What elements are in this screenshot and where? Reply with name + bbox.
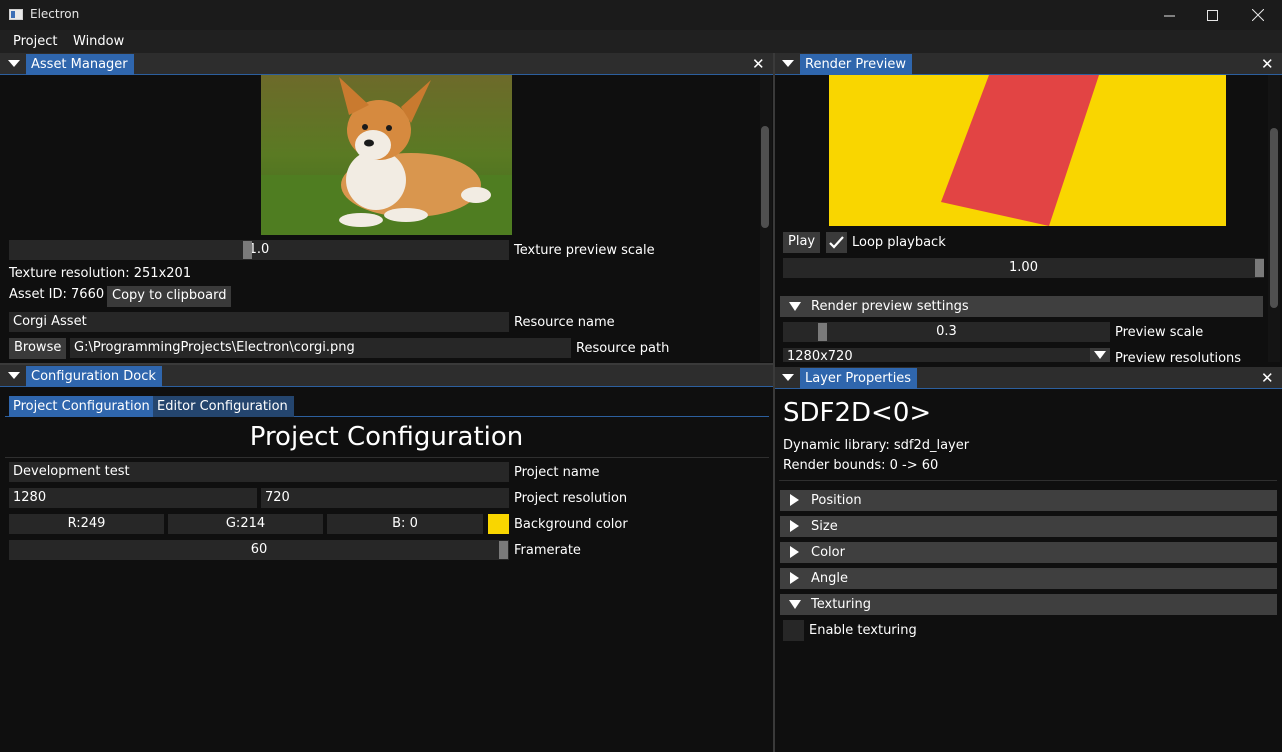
preview-resolution-value: 1280x720 <box>787 349 853 362</box>
checkmark-icon <box>829 236 844 249</box>
slider-grab[interactable] <box>818 323 827 341</box>
texture-scale-label: Texture preview scale <box>514 243 655 258</box>
render-preview-settings-label: Render preview settings <box>811 299 969 314</box>
framerate-label: Framerate <box>514 543 581 558</box>
tab-editor-configuration[interactable]: Editor Configuration <box>153 396 294 417</box>
expand-arrow-icon <box>790 494 799 506</box>
playback-time-value: 1.00 <box>1009 260 1038 275</box>
maximize-icon[interactable] <box>1189 0 1235 30</box>
dynamic-library-text: Dynamic library: sdf2d_layer <box>783 438 970 453</box>
color-b-input[interactable]: B: 0 <box>327 514 483 534</box>
expand-arrow-icon <box>790 520 799 532</box>
framerate-slider[interactable]: 60 <box>9 540 509 560</box>
enable-texturing-label: Enable texturing <box>809 623 917 638</box>
loop-checkbox[interactable] <box>826 232 847 253</box>
loop-playback-label: Loop playback <box>852 235 946 250</box>
section-texturing-label: Texturing <box>811 597 871 612</box>
section-color[interactable] <box>780 542 1277 563</box>
color-r-input[interactable]: R:249 <box>9 514 164 534</box>
slider-grab[interactable] <box>1255 259 1264 277</box>
divider <box>779 480 1277 481</box>
texture-scale-slider[interactable]: 1.0 <box>9 240 509 260</box>
playback-time-slider[interactable]: 1.00 <box>783 258 1264 278</box>
framerate-value: 60 <box>250 542 268 557</box>
minimize-icon[interactable] <box>1146 0 1192 30</box>
tab-menu-arrow-icon[interactable] <box>8 372 20 379</box>
tab-project-configuration[interactable]: Project Configuration <box>9 396 156 417</box>
expand-arrow-icon <box>790 546 799 558</box>
tab-menu-arrow-icon[interactable] <box>782 374 794 381</box>
menu-window[interactable]: Window <box>73 34 124 49</box>
tab-configuration-dock[interactable]: Configuration Dock <box>26 366 162 387</box>
close-icon[interactable]: ✕ <box>752 57 765 72</box>
menu-bar <box>0 30 1282 53</box>
close-icon[interactable]: ✕ <box>1261 371 1274 386</box>
divider <box>5 457 769 458</box>
render-bounds-text: Render bounds: 0 -> 60 <box>783 458 939 473</box>
background-color-label: Background color <box>514 517 628 532</box>
scrollbar-thumb[interactable] <box>761 126 769 228</box>
section-size[interactable] <box>780 516 1277 537</box>
resource-path-input[interactable]: G:\ProgrammingProjects\Electron\corgi.pn… <box>70 338 571 358</box>
close-icon[interactable]: ✕ <box>1261 57 1274 72</box>
section-color-label: Color <box>811 545 845 560</box>
section-size-label: Size <box>811 519 838 534</box>
tab-menu-arrow-icon[interactable] <box>782 60 794 67</box>
slider-grab[interactable] <box>243 241 252 259</box>
resource-path-label: Resource path <box>576 341 670 356</box>
resolution-height-input[interactable]: 720 <box>261 488 509 508</box>
resource-name-input[interactable]: Corgi Asset <box>9 312 509 332</box>
preview-resolutions-label: Preview resolutions <box>1115 351 1242 362</box>
background-color-swatch[interactable] <box>488 514 509 534</box>
close-icon[interactable] <box>1235 0 1281 30</box>
browse-button[interactable]: Browse <box>9 338 67 359</box>
window-titlebar <box>0 0 1282 30</box>
tab-menu-arrow-icon[interactable] <box>8 60 20 67</box>
preview-scale-label: Preview scale <box>1115 325 1204 340</box>
tab-layer-properties[interactable]: Layer Properties <box>800 368 918 389</box>
asset-id: Asset ID: 7660 <box>9 287 105 302</box>
resource-name-label: Resource name <box>514 315 615 330</box>
layer-title: SDF2D<0> <box>783 398 932 428</box>
scrollbar-thumb[interactable] <box>1270 128 1278 308</box>
window-title: Electron <box>30 7 80 21</box>
project-resolution-label: Project resolution <box>514 491 628 506</box>
preview-scale-slider[interactable]: 0.3 <box>783 322 1110 342</box>
config-heading: Project Configuration <box>249 422 524 452</box>
app-icon <box>9 9 23 20</box>
preview-resolution-select[interactable]: 1280x720 <box>783 348 1110 362</box>
dropdown-arrow-icon[interactable] <box>1090 348 1110 362</box>
tab-asset-manager[interactable]: Asset Manager <box>26 54 134 75</box>
section-position-label: Position <box>811 493 862 508</box>
collapse-arrow-icon <box>789 302 801 311</box>
texture-resolution: Texture resolution: 251x201 <box>9 266 192 281</box>
texture-preview-image <box>261 75 512 235</box>
expand-arrow-icon <box>790 572 799 584</box>
resolution-width-input[interactable]: 1280 <box>9 488 257 508</box>
section-angle-label: Angle <box>811 571 848 586</box>
panel-splitter-vertical[interactable] <box>773 53 775 752</box>
preview-scale-value: 0.3 <box>936 324 957 339</box>
collapse-arrow-icon <box>789 600 801 609</box>
render-preview-canvas <box>829 75 1226 226</box>
project-name-label: Project name <box>514 465 600 480</box>
slider-grab[interactable] <box>499 541 508 559</box>
section-angle[interactable] <box>780 568 1277 589</box>
color-g-input[interactable]: G:214 <box>168 514 323 534</box>
copy-to-clipboard-button[interactable]: Copy to clipboard <box>107 286 232 307</box>
project-name-input[interactable]: Development test <box>9 462 509 482</box>
play-button[interactable]: Play <box>783 232 821 253</box>
enable-texturing-checkbox[interactable] <box>783 620 804 641</box>
tab-render-preview[interactable]: Render Preview <box>800 54 913 75</box>
menu-project[interactable]: Project <box>13 34 57 49</box>
